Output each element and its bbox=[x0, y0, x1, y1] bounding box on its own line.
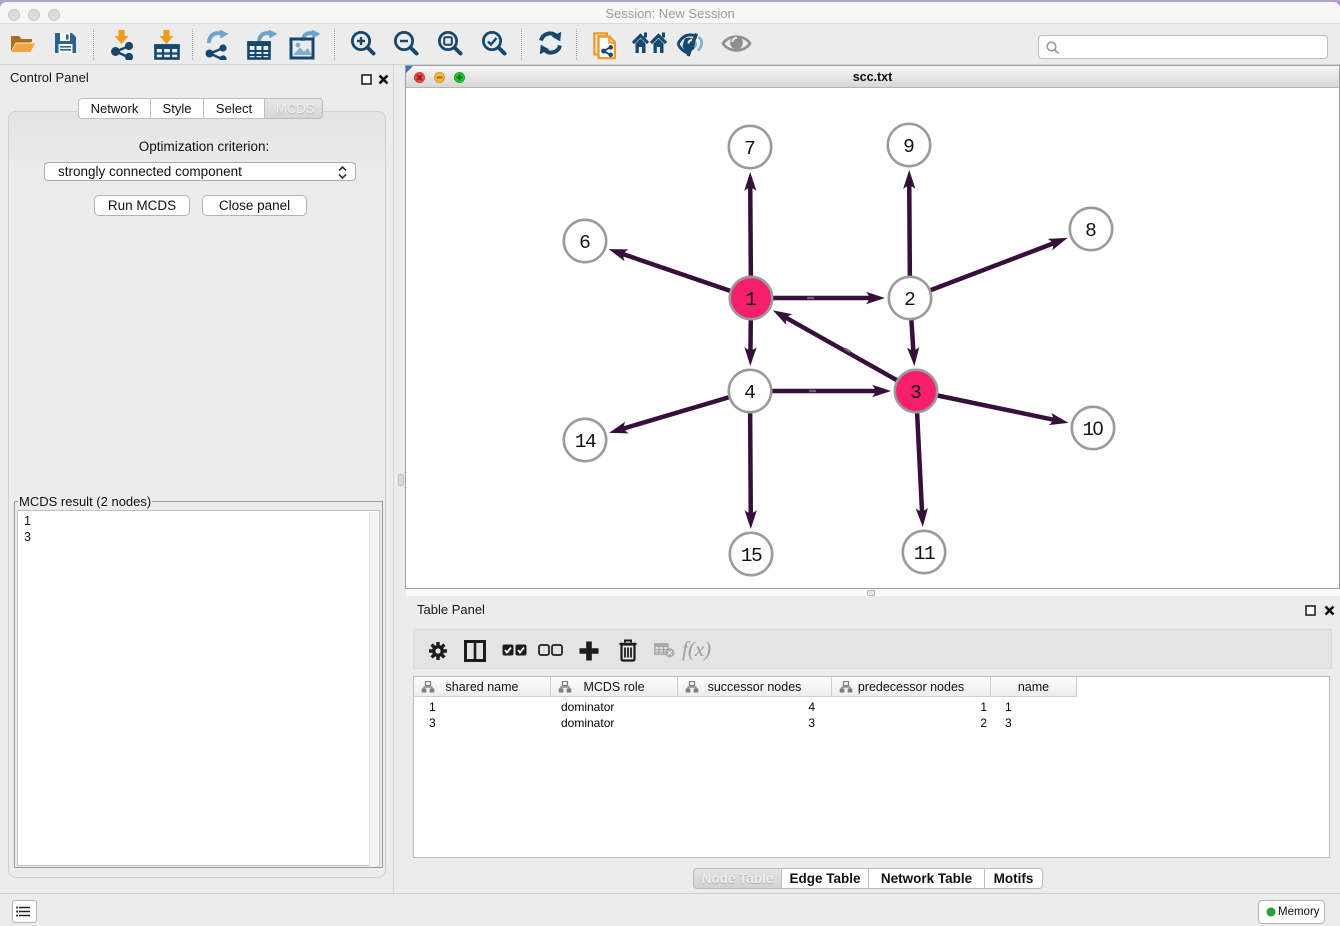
svg-text:14: 14 bbox=[575, 431, 596, 453]
svg-text:3: 3 bbox=[910, 382, 922, 404]
svg-text:4: 4 bbox=[744, 382, 756, 404]
svg-text:2: 2 bbox=[904, 289, 916, 311]
svg-text:9: 9 bbox=[903, 136, 915, 158]
svg-text:7: 7 bbox=[744, 138, 756, 160]
svg-text:1: 1 bbox=[745, 289, 757, 311]
svg-text:15: 15 bbox=[741, 545, 762, 567]
svg-text:11: 11 bbox=[914, 543, 935, 565]
svg-text:10: 10 bbox=[1082, 418, 1103, 441]
svg-text:8: 8 bbox=[1085, 220, 1097, 242]
svg-text:6: 6 bbox=[579, 232, 591, 254]
